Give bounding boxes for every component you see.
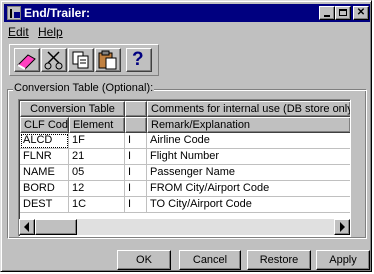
cell-element[interactable]: 1C	[69, 197, 125, 213]
close-button[interactable]: ✕	[353, 6, 369, 20]
toolbar: ?	[9, 44, 159, 76]
cell-remark[interactable]: TO City/Airport Code	[147, 197, 350, 213]
menu-help-label: Help	[38, 25, 63, 39]
cell-element[interactable]: 05	[69, 165, 125, 181]
cell-flag[interactable]: I	[125, 181, 147, 197]
menu-edit[interactable]: Edit	[8, 25, 29, 39]
ok-button[interactable]: OK	[117, 250, 171, 270]
cell-clf-code[interactable]: BORD	[20, 181, 69, 197]
header-blank-top[interactable]	[125, 101, 147, 117]
cut-button[interactable]	[41, 48, 67, 72]
help-button[interactable]: ?	[126, 48, 152, 72]
cell-clf-code[interactable]: NAME	[20, 165, 69, 181]
table-row[interactable]: NAME 05 I Passenger Name	[20, 165, 350, 181]
help-question-icon: ?	[132, 49, 144, 70]
title-bar[interactable]: End/Trailer: ✕	[4, 4, 370, 22]
cell-flag[interactable]: I	[125, 165, 147, 181]
paste-button[interactable]	[95, 48, 121, 72]
copy-button[interactable]	[68, 48, 94, 72]
scrollbar-thumb[interactable]	[35, 219, 77, 235]
cell-element[interactable]: 21	[69, 149, 125, 165]
cell-remark[interactable]: FROM City/Airport Code	[147, 181, 350, 197]
scroll-right-button[interactable]	[334, 219, 350, 235]
table-row[interactable]: ALCD 1F I Airline Code	[20, 133, 350, 149]
cell-remark[interactable]: Airline Code	[147, 133, 350, 149]
group-label: Conversion Table (Optional):	[13, 82, 155, 94]
cancel-button[interactable]: Cancel	[179, 250, 241, 270]
column-header-element[interactable]: Element	[69, 117, 125, 133]
eraser-button[interactable]	[14, 48, 40, 72]
maximize-button[interactable]	[335, 6, 351, 20]
cell-flag[interactable]: I	[125, 149, 147, 165]
close-icon: ✕	[356, 7, 366, 18]
window-title: End/Trailer:	[24, 6, 91, 20]
cell-element[interactable]: 12	[69, 181, 125, 197]
column-header-clf-code[interactable]: CLF Code	[20, 117, 69, 133]
table-row[interactable]: FLNR 21 I Flight Number	[20, 149, 350, 165]
restore-button[interactable]: Restore	[247, 250, 311, 270]
header-comments[interactable]: Comments for internal use (DB store only…	[147, 101, 350, 117]
arrow-right-icon	[340, 222, 345, 232]
column-header-flag[interactable]	[125, 117, 147, 133]
eraser-icon	[17, 54, 36, 70]
arrow-left-icon	[24, 222, 29, 232]
cell-remark[interactable]: Flight Number	[147, 149, 350, 165]
minimize-button[interactable]	[319, 6, 335, 20]
menu-help[interactable]: Help	[38, 25, 63, 39]
cell-clf-code[interactable]: ALCD	[20, 133, 69, 149]
cell-clf-code[interactable]: DEST	[20, 197, 69, 213]
table-row[interactable]: DEST 1C I TO City/Airport Code	[20, 197, 350, 213]
menu-edit-label: Edit	[8, 25, 29, 39]
column-header-remark[interactable]: Remark/Explanation	[147, 117, 350, 133]
cell-clf-code[interactable]: FLNR	[20, 149, 69, 165]
horizontal-scrollbar[interactable]	[19, 219, 350, 235]
copy-icon	[72, 51, 89, 69]
paste-icon	[98, 50, 117, 70]
table-row[interactable]: BORD 12 I FROM City/Airport Code	[20, 181, 350, 197]
header-conversion-table[interactable]: Conversion Table	[20, 101, 125, 117]
menu-bar: Edit Help	[4, 23, 370, 41]
scroll-left-button[interactable]	[19, 219, 35, 235]
cell-flag[interactable]: I	[125, 197, 147, 213]
app-icon	[7, 6, 21, 20]
scissors-icon	[44, 51, 63, 70]
conversion-grid[interactable]: Conversion Table Comments for internal u…	[18, 99, 351, 237]
maximize-icon	[339, 9, 347, 16]
cell-element[interactable]: 1F	[69, 133, 125, 149]
minimize-icon	[324, 15, 330, 17]
cell-remark[interactable]: Passenger Name	[147, 165, 350, 181]
apply-button[interactable]: Apply	[316, 250, 370, 270]
dialog-window: End/Trailer: ✕ Edit Help ? Conversion Ta…	[0, 0, 372, 272]
cell-flag[interactable]: I	[125, 133, 147, 149]
